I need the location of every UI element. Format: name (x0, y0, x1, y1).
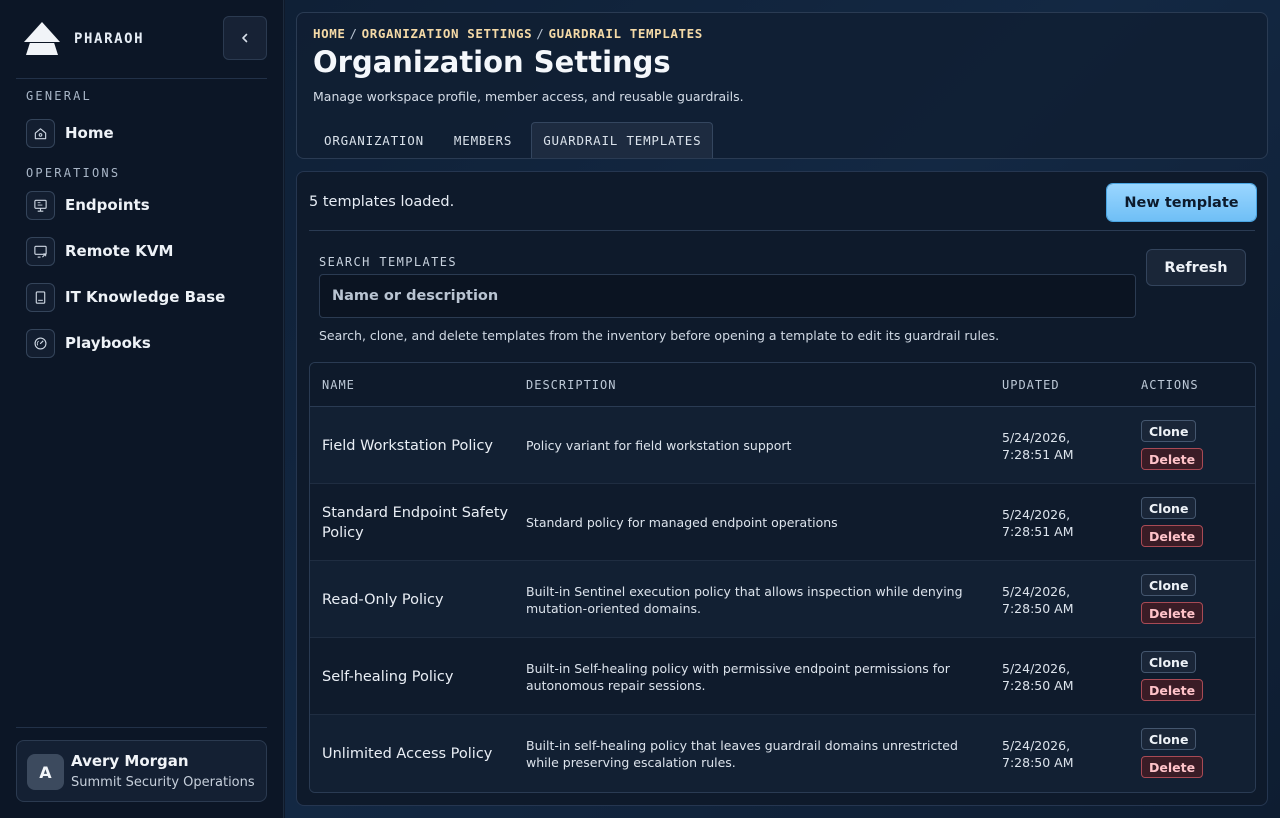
search-input[interactable] (319, 274, 1136, 318)
templates-table: NAME DESCRIPTION UPDATED ACTIONS Field W… (309, 362, 1256, 793)
sidebar-item-remote-kvm[interactable]: Remote KVM (26, 236, 173, 266)
tab-guardrail-templates[interactable]: GUARDRAIL TEMPLATES (531, 122, 714, 158)
home-icon (26, 118, 55, 148)
breadcrumb: HOME / ORGANIZATION SETTINGS / GUARDRAIL TEM… (313, 26, 703, 41)
section-operations: OPERATIONS (26, 166, 121, 180)
template-name[interactable]: Field Workstation Policy (322, 407, 512, 484)
clone-button[interactable]: Clone (1141, 728, 1197, 750)
user-card[interactable]: A Avery Morgan Summit Security Operation… (16, 740, 267, 802)
settings-tabs: ORGANIZATION MEMBERS GUARDRAIL TEMPLATES (313, 122, 721, 159)
template-updated: 5/24/2026, 7:28:50 AM (1002, 737, 1074, 770)
row-actions: Clone Delete (1141, 574, 1211, 624)
template-name[interactable]: Read-Only Policy (322, 561, 512, 638)
breadcrumb-separator: / (349, 26, 358, 41)
template-description: Standard policy for managed endpoint ope… (526, 515, 838, 530)
row-actions: Clone Delete (1141, 651, 1211, 701)
user-organization: Summit Security Operations (71, 775, 255, 790)
table-row[interactable]: Self-healing Policy Built-in Self-healin… (310, 638, 1255, 715)
page-header: HOME / ORGANIZATION SETTINGS / GUARDRAIL TEM… (296, 12, 1268, 159)
sidebar-item-it-knowledge-base[interactable]: IT Knowledge Base (26, 282, 225, 312)
breadcrumb-home[interactable]: HOME (313, 26, 346, 41)
monitor-icon (26, 190, 55, 220)
refresh-button[interactable]: Refresh (1146, 249, 1246, 286)
template-description: Built-in Self-healing policy with permis… (526, 660, 950, 693)
delete-button[interactable]: Delete (1141, 679, 1204, 701)
brand[interactable]: PHARAOH (24, 22, 144, 56)
remote-screen-icon (26, 236, 55, 266)
panel-divider (309, 230, 1255, 231)
sidebar-item-label: Endpoints (65, 196, 150, 214)
delete-button[interactable]: Delete (1141, 756, 1204, 778)
table-row[interactable]: Field Workstation Policy Policy variant … (310, 407, 1255, 484)
template-updated: 5/24/2026, 7:28:50 AM (1002, 660, 1074, 693)
chevron-left-icon (242, 33, 248, 43)
avatar: A (27, 754, 64, 790)
pharaoh-logo-icon (24, 22, 60, 56)
gauge-icon (26, 328, 55, 358)
brand-name: PHARAOH (74, 31, 145, 47)
breadcrumb-guardrail-templates: GUARDRAIL TEMPLATES (548, 26, 703, 41)
column-header-actions: ACTIONS (1141, 378, 1199, 392)
template-description: Built-in Sentinel execution policy that … (526, 583, 963, 616)
sidebar-divider (16, 727, 267, 728)
new-template-button[interactable]: New template (1107, 184, 1256, 221)
column-header-description[interactable]: DESCRIPTION (526, 378, 616, 392)
collapse-sidebar-button[interactable] (223, 16, 267, 60)
tab-organization[interactable]: ORGANIZATION (313, 122, 435, 158)
breadcrumb-separator: / (536, 26, 545, 41)
column-header-updated[interactable]: UPDATED (1002, 378, 1060, 392)
row-actions: Clone Delete (1141, 728, 1211, 778)
template-name[interactable]: Self-healing Policy (322, 638, 512, 715)
page-title: Organization Settings (313, 45, 671, 79)
template-name[interactable]: Unlimited Access Policy (322, 715, 512, 792)
table-row[interactable]: Read-Only Policy Built-in Sentinel execu… (310, 561, 1255, 638)
sidebar-item-playbooks[interactable]: Playbooks (26, 328, 151, 358)
table-row[interactable]: Standard Endpoint Safety Policy Standard… (310, 484, 1255, 561)
clone-button[interactable]: Clone (1141, 651, 1197, 673)
template-updated: 5/24/2026, 7:28:50 AM (1002, 583, 1074, 616)
breadcrumb-organization-settings[interactable]: ORGANIZATION SETTINGS (362, 26, 533, 41)
sidebar-item-label: IT Knowledge Base (65, 288, 226, 306)
tab-members[interactable]: MEMBERS (443, 122, 523, 158)
delete-button[interactable]: Delete (1141, 602, 1204, 624)
sidebar-item-home[interactable]: Home (26, 118, 114, 148)
templates-status: 5 templates loaded. (309, 194, 455, 210)
template-updated: 5/24/2026, 7:28:51 AM (1002, 429, 1074, 462)
search-help-text: Search, clone, and delete templates from… (319, 328, 1000, 343)
delete-button[interactable]: Delete (1141, 448, 1204, 470)
template-updated: 5/24/2026, 7:28:51 AM (1002, 506, 1074, 539)
sidebar-divider (16, 78, 267, 79)
sidebar-item-label: Remote KVM (65, 242, 174, 260)
table-row[interactable]: Unlimited Access Policy Built-in self-he… (310, 715, 1255, 792)
clone-button[interactable]: Clone (1141, 420, 1197, 442)
column-header-name[interactable]: NAME (322, 378, 355, 392)
table-header: NAME DESCRIPTION UPDATED ACTIONS (310, 363, 1255, 407)
row-actions: Clone Delete (1141, 497, 1211, 547)
template-description: Policy variant for field workstation sup… (526, 438, 792, 453)
delete-button[interactable]: Delete (1141, 525, 1204, 547)
template-name[interactable]: Standard Endpoint Safety Policy (322, 484, 512, 561)
templates-panel: 5 templates loaded. New template SEARCH … (296, 171, 1268, 806)
sidebar-item-label: Home (65, 124, 114, 142)
row-actions: Clone Delete (1141, 420, 1211, 470)
sidebar-item-endpoints[interactable]: Endpoints (26, 190, 150, 220)
clone-button[interactable]: Clone (1141, 574, 1197, 596)
book-icon (26, 282, 55, 312)
section-general: GENERAL (26, 89, 92, 103)
template-description: Built-in self-healing policy that leaves… (526, 737, 958, 770)
sidebar-item-label: Playbooks (65, 334, 151, 352)
search-label: SEARCH TEMPLATES (319, 255, 457, 269)
page-subtitle: Manage workspace profile, member access,… (313, 89, 744, 104)
clone-button[interactable]: Clone (1141, 497, 1197, 519)
sidebar: PHARAOH GENERAL Home OPERATIONS Endpoint… (0, 0, 284, 818)
user-name: Avery Morgan (71, 752, 189, 770)
